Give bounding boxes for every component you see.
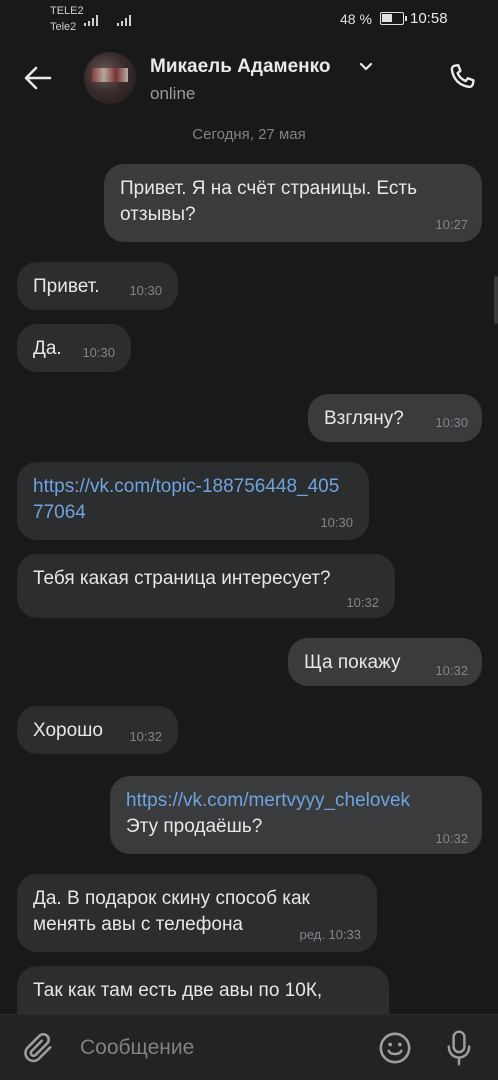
message-bubble-incoming[interactable]: Тебя какая страница интересует? 10:32	[17, 554, 395, 618]
battery-percent: 48 %	[340, 11, 372, 27]
message-time: 10:30	[82, 345, 115, 361]
message-bubble-incoming[interactable]: Да. В подарок скину способ как менять ав…	[17, 874, 377, 952]
status-bar: TELE2 Tele2 48 % 10:58	[0, 0, 498, 40]
carrier-label-1: TELE2	[50, 5, 84, 17]
message-bubble-incoming[interactable]: Привет. 10:30	[17, 262, 178, 310]
status-time: 10:58	[410, 10, 448, 27]
battery-icon	[380, 12, 407, 25]
back-button[interactable]	[20, 60, 56, 96]
message-bubble-incoming[interactable]: Хорошо 10:32	[17, 706, 178, 754]
message-text: Тебя какая страница интересует?	[33, 568, 331, 589]
chevron-down-icon[interactable]	[358, 60, 374, 72]
message-text: Хорошо	[33, 720, 103, 741]
message-time: 10:27	[435, 217, 468, 233]
message-time: ред. 10:33	[299, 927, 361, 943]
message-text: Да. В подарок скину способ как менять ав…	[33, 888, 310, 935]
message-list[interactable]: Сегодня, 27 мая Привет. Я на счёт страни…	[0, 116, 498, 1014]
message-bubble-incoming[interactable]: Да. 10:30	[17, 324, 131, 372]
message-time: 10:30	[435, 415, 468, 431]
message-text: Да.	[33, 338, 62, 359]
message-bubble-outgoing[interactable]: Ща покажу 10:32	[288, 638, 482, 686]
contact-name[interactable]: Микаель Адаменко	[150, 56, 331, 78]
message-text: Привет.	[33, 276, 100, 297]
smile-icon[interactable]	[378, 1031, 412, 1065]
scrollbar[interactable]	[494, 276, 498, 324]
message-bubble-incoming[interactable]: Так как там есть две авы по 10К,	[17, 966, 389, 1014]
avatar[interactable]	[84, 52, 136, 104]
message-input[interactable]	[70, 1029, 360, 1067]
signal-icon	[84, 14, 98, 26]
message-bubble-outgoing[interactable]: Взгляну? 10:30	[308, 394, 482, 442]
paperclip-icon[interactable]	[22, 1031, 56, 1065]
message-text: Взгляну?	[324, 408, 404, 429]
call-button[interactable]	[444, 60, 480, 96]
chat-header: Микаель Адаменко online	[0, 40, 498, 116]
date-separator: Сегодня, 27 мая	[192, 126, 306, 143]
microphone-icon[interactable]	[442, 1029, 476, 1067]
message-bubble-outgoing[interactable]: https://vk.com/mertvyyy_chelovek Эту про…	[110, 776, 482, 854]
message-time: 10:32	[435, 831, 468, 847]
message-time: 10:30	[129, 283, 162, 299]
message-text: Эту продаёшь?	[126, 815, 263, 837]
message-text: Привет. Я на счёт страницы. Есть отзывы?	[120, 178, 417, 225]
message-composer	[0, 1014, 498, 1080]
arrow-left-icon	[24, 66, 52, 90]
message-bubble-incoming[interactable]: https://vk.com/topic-188756448_40577064 …	[17, 462, 369, 540]
message-time: 10:32	[346, 595, 379, 611]
message-time: 10:30	[320, 515, 353, 531]
message-time: 10:32	[435, 663, 468, 679]
carrier-label-2: Tele2	[50, 21, 77, 33]
message-text: Ща покажу	[304, 652, 401, 673]
message-time: 10:32	[129, 729, 162, 745]
message-link[interactable]: https://vk.com/mertvyyy_chelovek	[126, 788, 466, 814]
contact-status: online	[150, 84, 196, 103]
message-text: Так как там есть две авы по 10К,	[33, 980, 323, 1001]
phone-icon	[450, 64, 475, 89]
message-bubble-outgoing[interactable]: Привет. Я на счёт страницы. Есть отзывы?…	[104, 164, 482, 242]
signal-icon	[117, 14, 131, 26]
message-link[interactable]: https://vk.com/topic-188756448_40577064	[33, 476, 339, 523]
